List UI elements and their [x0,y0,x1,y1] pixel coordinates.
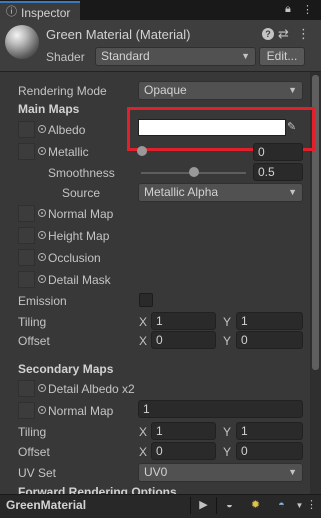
secondary-normal-map-texture-slot[interactable] [18,402,35,419]
rendering-mode-label: Rendering Mode [18,84,107,98]
metallic-picker-icon[interactable] [38,147,46,155]
shader-value: Standard [101,49,150,63]
tiling-y-field[interactable]: 1 [236,312,303,330]
chevron-down-icon: ▼ [241,51,250,61]
more-icon[interactable]: ⋮ [297,26,310,42]
secondary-offset-label: Offset [18,445,50,459]
secondary-normal-map-label: Normal Map [48,404,114,418]
secondary-tiling-x-label: X [139,425,148,439]
skybox-icon[interactable]: ◓ [272,496,291,515]
material-title: Green Material (Material) [46,27,191,42]
occlusion-picker-icon[interactable] [38,253,46,261]
metallic-texture-slot[interactable] [18,143,35,160]
inspector-icon: ⓘ [6,6,17,18]
secondary-maps-heading: Secondary Maps [18,362,114,376]
uv-set-value: UV0 [144,465,168,479]
offset-label: Offset [18,334,50,348]
normal-map-picker-icon[interactable] [38,209,46,217]
menu-icon[interactable]: ⋮ [302,496,321,515]
detail-albedo-texture-slot[interactable] [18,380,35,397]
emission-checkbox[interactable] [139,293,153,307]
menu-icon[interactable]: ⋮ [302,3,313,16]
secondary-offset-x-field[interactable]: 0 [151,442,216,460]
secondary-tiling-label: Tiling [18,425,47,439]
emission-label: Emission [18,294,67,308]
secondary-offset-y-field[interactable]: 0 [236,442,303,460]
main-maps-heading: Main Maps [18,102,80,116]
secondary-offset-x-label: X [139,445,148,459]
source-value: Metallic Alpha [144,185,219,199]
source-dropdown[interactable]: Metallic Alpha ▼ [138,183,303,202]
tab-title: Inspector [21,6,71,20]
albedo-picker-icon[interactable] [38,125,46,133]
chevron-down-icon: ▼ [288,187,297,197]
chevron-down-icon: ▼ [288,85,297,95]
metallic-slider-thumb[interactable] [137,146,147,156]
shader-label: Shader [46,50,85,64]
preview-separator [216,497,217,514]
offset-x-label: X [139,334,148,348]
play-icon[interactable]: ▶ [194,496,213,515]
secondary-tiling-y-field[interactable]: 1 [236,422,303,440]
offset-y-label: Y [223,334,232,348]
metallic-value-field[interactable]: 0 [253,143,303,161]
chevron-down-icon: ▼ [288,467,297,477]
material-preview-sphere [5,25,39,59]
smoothness-slider-thumb[interactable] [188,167,199,177]
occlusion-texture-slot[interactable] [18,249,35,266]
sphere-preview-icon[interactable]: ◒ [220,496,239,515]
uv-set-label: UV Set [18,466,57,480]
preview-title: GreenMaterial [6,498,87,512]
secondary-tiling-x-field[interactable]: 1 [151,422,216,440]
detail-albedo-label: Detail Albedo x2 [48,382,135,396]
secondary-normal-scale-field[interactable]: 1 [138,400,303,418]
preview-separator [190,497,191,514]
rendering-mode-value: Opaque [144,83,187,97]
albedo-texture-slot[interactable] [18,121,35,138]
lights-icon[interactable]: ✹ [246,496,265,515]
smoothness-label: Smoothness [48,166,115,180]
detail-mask-picker-icon[interactable] [38,275,46,283]
detail-mask-label: Detail Mask [48,273,111,287]
uv-set-dropdown[interactable]: UV0 ▼ [138,463,303,482]
settings-icon[interactable]: ⇄ [278,26,289,42]
occlusion-label: Occlusion [48,251,101,265]
smoothness-value-field[interactable]: 0.5 [253,163,303,181]
normal-map-label: Normal Map [48,207,114,221]
normal-map-texture-slot[interactable] [18,205,35,222]
source-label: Source [62,186,101,200]
secondary-offset-y-label: Y [223,445,232,459]
detail-mask-texture-slot[interactable] [18,271,35,288]
detail-albedo-picker-icon[interactable] [38,384,46,392]
secondary-normal-map-picker-icon[interactable] [38,406,46,414]
secondary-tiling-y-label: Y [223,425,232,439]
lock-icon[interactable]: 🔒︎ [285,3,291,16]
tab-inspector[interactable]: ⓘ Inspector [0,1,80,20]
metallic-label: Metallic [48,145,89,159]
tiling-x-label: X [139,315,148,329]
tiling-label: Tiling [18,315,47,329]
albedo-label: Albedo [48,123,86,137]
edit-shader-button[interactable]: Edit... [259,47,305,66]
offset-x-field[interactable]: 0 [151,331,216,349]
shader-dropdown[interactable]: Standard ▼ [95,47,256,66]
height-map-picker-icon[interactable] [38,231,46,239]
height-map-label: Height Map [48,229,110,243]
offset-y-field[interactable]: 0 [236,331,303,349]
tiling-x-field[interactable]: 1 [151,312,216,330]
tiling-y-label: Y [223,315,232,329]
help-icon[interactable]: ? [262,28,274,40]
height-map-texture-slot[interactable] [18,227,35,244]
rendering-mode-dropdown[interactable]: Opaque ▼ [138,81,303,100]
